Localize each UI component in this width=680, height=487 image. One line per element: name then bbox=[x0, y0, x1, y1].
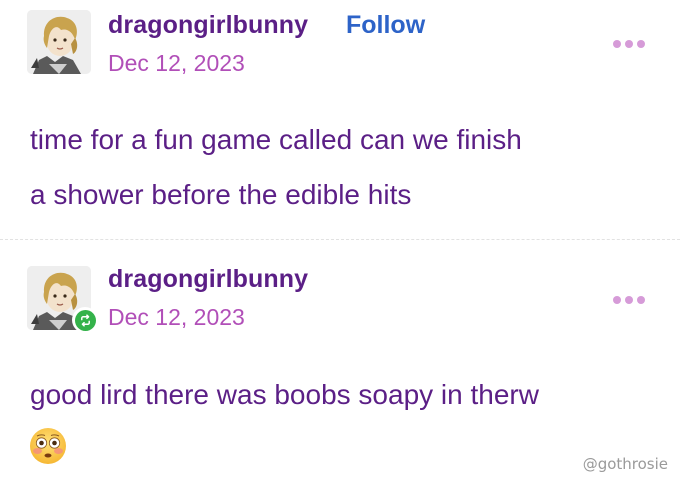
dot bbox=[613, 40, 621, 48]
post-date[interactable]: Dec 12, 2023 bbox=[108, 304, 245, 331]
dot bbox=[637, 296, 645, 304]
watermark: @gothrosie bbox=[582, 455, 668, 473]
follow-button[interactable]: Follow bbox=[346, 11, 425, 40]
dot bbox=[637, 40, 645, 48]
reblog-icon bbox=[72, 307, 98, 333]
username[interactable]: dragongirlbunny bbox=[108, 265, 308, 294]
post-date[interactable]: Dec 12, 2023 bbox=[108, 50, 245, 77]
post-body-line: a shower before the edible hits bbox=[30, 179, 412, 210]
username[interactable]: dragongirlbunny bbox=[108, 11, 308, 40]
post-body: time for a fun game called can we finish… bbox=[30, 112, 522, 222]
post-reblog: dragongirlbunny Dec 12, 2023 good lird t… bbox=[0, 242, 680, 487]
dot bbox=[625, 296, 633, 304]
more-dots-icon[interactable] bbox=[613, 294, 653, 306]
reblog-icon-circle bbox=[74, 309, 96, 331]
avatar[interactable] bbox=[27, 10, 91, 74]
post-original: dragongirlbunny Follow Dec 12, 2023 time… bbox=[0, 0, 680, 238]
dot bbox=[613, 296, 621, 304]
post-divider bbox=[0, 239, 680, 240]
more-dots-icon[interactable] bbox=[613, 38, 653, 50]
post-body-line: good lird there was boobs soapy in therw bbox=[30, 379, 539, 410]
dot bbox=[625, 40, 633, 48]
flushed-face-emoji bbox=[28, 426, 68, 466]
post-body: good lird there was boobs soapy in therw bbox=[30, 367, 539, 422]
post-body-line: time for a fun game called can we finish bbox=[30, 124, 522, 155]
